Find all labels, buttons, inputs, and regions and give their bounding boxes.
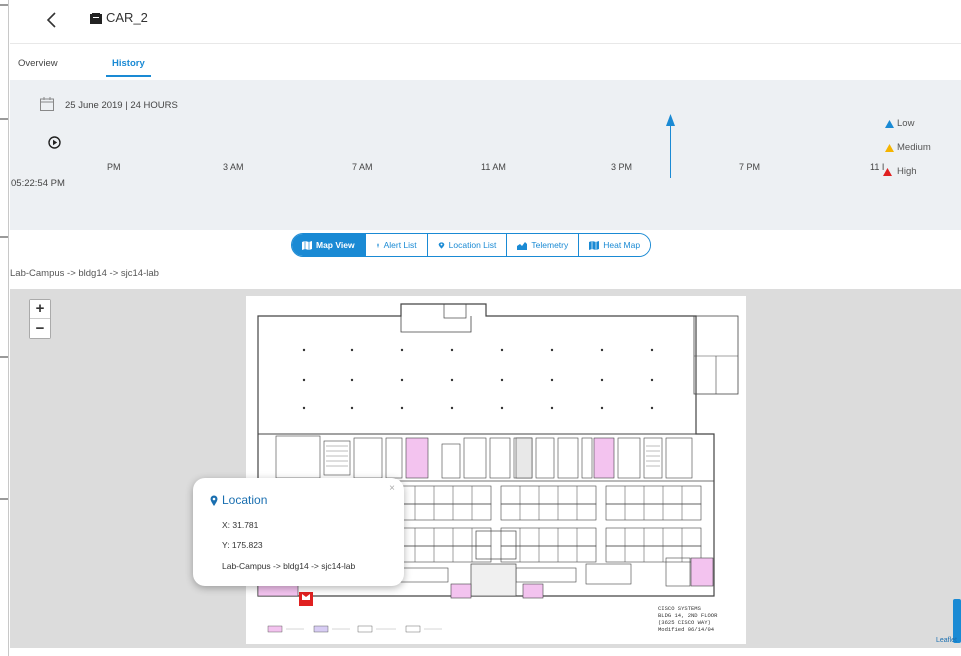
exclamation-icon bbox=[376, 243, 379, 247]
map-panel[interactable]: + − CISCO SYSTEMS BLDG 14, 2ND FLOOR (36… bbox=[10, 289, 961, 648]
edge-tick bbox=[0, 356, 8, 358]
triangle-low-icon bbox=[885, 120, 894, 128]
popup-x-coordinate: X: 31.781 bbox=[222, 520, 259, 530]
timeline-tick-label: 3 PM bbox=[611, 162, 633, 172]
map-pin-icon bbox=[210, 495, 218, 506]
zoom-in-button[interactable]: + bbox=[30, 300, 50, 319]
legend-item-low: Low bbox=[885, 118, 961, 142]
map-icon bbox=[589, 240, 600, 250]
timeline-tick-label: 3 AM bbox=[223, 162, 244, 172]
location-breadcrumb: Lab-Campus -> bldg14 -> sjc14-lab bbox=[10, 268, 159, 279]
page-header: CAR_2 bbox=[10, 0, 961, 44]
tab-history[interactable]: History bbox=[106, 58, 151, 77]
history-timeline[interactable]: 25 June 2019 | 24 HOURS PM 3 AM 7 AM 11 … bbox=[10, 80, 961, 230]
legend-item-medium: Medium bbox=[885, 142, 961, 166]
plan-title-line: (3625 CISCO WAY) bbox=[658, 619, 711, 626]
chevron-left-icon[interactable] bbox=[43, 10, 63, 30]
page-title: CAR_2 bbox=[106, 10, 148, 25]
legend-item-high: High bbox=[883, 166, 961, 190]
map-view-button[interactable]: Map View bbox=[292, 234, 366, 256]
timeline-tick-label: PM bbox=[107, 162, 121, 172]
edge-tick bbox=[0, 4, 8, 6]
popup-location-path: Lab-Campus -> bldg14 -> sjc14-lab bbox=[222, 561, 356, 571]
map-attribution-link[interactable]: Leaflet bbox=[936, 637, 957, 644]
heat-map-label: Heat Map bbox=[603, 240, 641, 250]
tab-overview[interactable]: Overview bbox=[18, 58, 58, 69]
zoom-control: + − bbox=[29, 299, 51, 339]
date-range-label: 25 June 2019 | 24 HOURS bbox=[65, 100, 178, 111]
play-icon[interactable] bbox=[48, 136, 61, 149]
left-edge-rule bbox=[0, 0, 9, 656]
edge-tick bbox=[0, 236, 8, 238]
calendar-icon[interactable] bbox=[40, 97, 54, 111]
timeline-cursor[interactable] bbox=[670, 122, 671, 178]
triangle-high-icon bbox=[883, 168, 892, 176]
triangle-medium-icon bbox=[885, 144, 894, 152]
current-time-label: 05:22:54 PM bbox=[11, 178, 65, 189]
tab-bar: Overview History bbox=[10, 52, 961, 78]
location-list-button[interactable]: Location List bbox=[427, 234, 508, 256]
timeline-tick-label: 7 AM bbox=[352, 162, 373, 172]
map-icon bbox=[302, 240, 312, 250]
map-pin-icon bbox=[438, 241, 444, 249]
edge-tick bbox=[0, 118, 8, 120]
area-chart-icon bbox=[517, 241, 528, 250]
timeline-tick-label: 7 PM bbox=[739, 162, 761, 172]
popup-y-coordinate: Y: 175.823 bbox=[222, 540, 263, 550]
close-icon[interactable]: × bbox=[389, 483, 395, 494]
alert-list-label: Alert List bbox=[383, 240, 417, 250]
plan-title-line: CISCO SYSTEMS bbox=[658, 605, 702, 612]
legend-label: Low bbox=[897, 118, 915, 129]
location-popup: × Location X: 31.781 Y: 175.823 Lab-Camp… bbox=[193, 478, 404, 586]
legend-label: Medium bbox=[897, 142, 931, 153]
edge-tick bbox=[0, 498, 8, 500]
severity-legend: Low Medium High bbox=[883, 118, 961, 190]
telemetry-label: Telemetry bbox=[531, 240, 569, 250]
floor-plan-image[interactable]: CISCO SYSTEMS BLDG 14, 2ND FLOOR (3625 C… bbox=[246, 296, 746, 644]
zoom-out-button[interactable]: − bbox=[30, 319, 50, 338]
alert-list-button[interactable]: Alert List bbox=[365, 234, 428, 256]
timeline-tick-label: 11 AM bbox=[481, 162, 506, 172]
asset-history-page: CAR_2 Overview History 25 June 2019 | 24… bbox=[10, 0, 961, 656]
legend-label: High bbox=[897, 166, 917, 177]
location-list-label: Location List bbox=[448, 240, 497, 250]
heat-map-button[interactable]: Heat Map bbox=[579, 234, 651, 256]
plan-title-line: BLDG 14, 2ND FLOOR bbox=[658, 612, 718, 619]
device-icon bbox=[90, 13, 102, 24]
map-view-label: Map View bbox=[316, 240, 355, 250]
plan-title-line: Modified 06/14/04 bbox=[658, 626, 715, 633]
telemetry-button[interactable]: Telemetry bbox=[507, 234, 580, 256]
popup-title: Location bbox=[222, 493, 268, 507]
view-switcher: Map View Alert List Location List Teleme… bbox=[291, 233, 652, 257]
